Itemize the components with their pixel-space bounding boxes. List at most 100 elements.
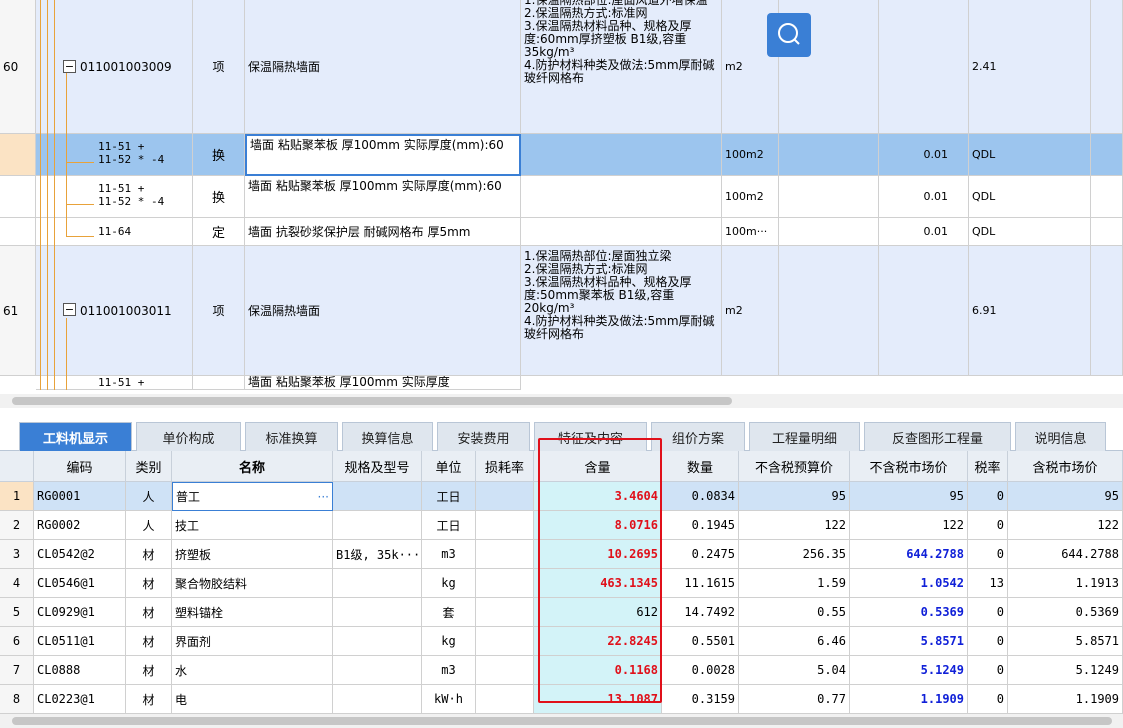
col-header-spec[interactable]: 规格及型号	[333, 451, 422, 482]
cell-loss[interactable]	[476, 511, 534, 540]
cell-no[interactable]: 1	[0, 482, 34, 511]
tab-quantity-detail[interactable]: 工程量明细	[749, 422, 860, 451]
cell-qty[interactable]: 0.1945	[662, 511, 739, 540]
cell-code[interactable]: CL0511@1	[34, 627, 126, 656]
cell-budget[interactable]: 1.59	[739, 569, 850, 598]
cell-name[interactable]: 聚合物胶结料	[172, 569, 333, 598]
cell-qty[interactable]: 0.0028	[662, 656, 739, 685]
cell-unit[interactable]: 工日	[422, 482, 476, 511]
cell-name[interactable]: 界面剂	[172, 627, 333, 656]
cell-spec[interactable]	[333, 598, 422, 627]
col-header-code[interactable]: 编码	[34, 451, 126, 482]
cell-taxprice[interactable]: 5.1249	[1008, 656, 1123, 685]
cell-content[interactable]: 0.1168	[534, 656, 662, 685]
upper-row-sub-1[interactable]: 11-51 + 11-52 * -4 换 墙面 粘贴聚苯板 厚100mm 实际厚…	[0, 134, 1123, 176]
upper-row-partial[interactable]: 11-51 + 墙面 粘贴聚苯板 厚100mm 实际厚度	[0, 376, 1123, 390]
col-header-content[interactable]: 含量	[534, 451, 662, 482]
cell-cat[interactable]: 材	[126, 569, 172, 598]
tab-reverse-graphic[interactable]: 反查图形工程量	[864, 422, 1011, 451]
upper-row-61[interactable]: 61 − 011001003011 项 保温隔热墙面 1.保温隔热部位:屋面独立…	[0, 246, 1123, 376]
cell-name[interactable]: 塑料锚栓	[172, 598, 333, 627]
cell-spec[interactable]	[333, 685, 422, 714]
cell-name[interactable]: 电	[172, 685, 333, 714]
collapse-icon[interactable]: −	[63, 60, 76, 73]
cell-qty[interactable]: 0.0834	[662, 482, 739, 511]
tab-unit-price[interactable]: 单价构成	[136, 422, 241, 451]
cell-market[interactable]: 644.2788	[850, 540, 968, 569]
col-header-budget-price[interactable]: 不含税预算价	[739, 451, 850, 482]
cell-code[interactable]: CL0223@1	[34, 685, 126, 714]
cell-no[interactable]: 7	[0, 656, 34, 685]
cell-qty[interactable]: 0.3159	[662, 685, 739, 714]
cell-qty[interactable]: 11.1615	[662, 569, 739, 598]
collapse-icon[interactable]: −	[63, 303, 76, 316]
cell-market[interactable]: 1.1909	[850, 685, 968, 714]
cell-loss[interactable]	[476, 656, 534, 685]
cell-unit[interactable]: m3	[422, 540, 476, 569]
cell-budget[interactable]: 256.35	[739, 540, 850, 569]
cell-budget[interactable]: 0.77	[739, 685, 850, 714]
col-header-taxed-price[interactable]: 含税市场价	[1008, 451, 1123, 482]
scrollbar-thumb[interactable]	[12, 717, 1112, 725]
col-header-market-price[interactable]: 不含税市场价	[850, 451, 968, 482]
cell-unit[interactable]: 套	[422, 598, 476, 627]
cell-no[interactable]: 2	[0, 511, 34, 540]
tab-description[interactable]: 说明信息	[1015, 422, 1106, 451]
cell-taxprice[interactable]: 1.1909	[1008, 685, 1123, 714]
cell-budget[interactable]: 0.55	[739, 598, 850, 627]
cell-content[interactable]: 13.1087	[534, 685, 662, 714]
cell-name[interactable]: 技工	[172, 511, 333, 540]
cell-tax[interactable]: 0	[968, 482, 1008, 511]
cell-taxprice[interactable]: 122	[1008, 511, 1123, 540]
cell-no[interactable]: 5	[0, 598, 34, 627]
cell-name[interactable]: 普工 ···	[172, 482, 333, 511]
cell-cat[interactable]: 材	[126, 685, 172, 714]
quota-name-editor[interactable]: 墙面 粘贴聚苯板 厚100mm 实际厚度(mm):60	[245, 134, 521, 176]
col-header-tax-rate[interactable]: 税率	[968, 451, 1008, 482]
cell-no[interactable]: 4	[0, 569, 34, 598]
cell-market[interactable]: 95	[850, 482, 968, 511]
tab-features-content[interactable]: 特征及内容	[534, 422, 647, 451]
cell-spec[interactable]: B1级, 35k···	[333, 540, 422, 569]
tab-install-fee[interactable]: 安装费用	[437, 422, 530, 451]
cell-market[interactable]: 122	[850, 511, 968, 540]
cell-spec[interactable]	[333, 511, 422, 540]
cell-budget[interactable]: 6.46	[739, 627, 850, 656]
cell-spec[interactable]	[333, 627, 422, 656]
tab-labor-material-machine[interactable]: 工料机显示	[19, 422, 132, 451]
cell-taxprice[interactable]: 5.8571	[1008, 627, 1123, 656]
cell-unit[interactable]: kW·h	[422, 685, 476, 714]
cell-market[interactable]: 1.0542	[850, 569, 968, 598]
cell-cat[interactable]: 材	[126, 598, 172, 627]
col-header-category[interactable]: 类别	[126, 451, 172, 482]
scrollbar-thumb[interactable]	[12, 397, 732, 405]
cell-content[interactable]: 463.1345	[534, 569, 662, 598]
cell-tax[interactable]: 0	[968, 656, 1008, 685]
cell-name[interactable]: 挤塑板	[172, 540, 333, 569]
cell-taxprice[interactable]: 95	[1008, 482, 1123, 511]
cell-loss[interactable]	[476, 569, 534, 598]
tab-pricing-plan[interactable]: 组价方案	[651, 422, 745, 451]
col-header-quantity[interactable]: 数量	[662, 451, 739, 482]
cell-content[interactable]: 3.4604	[534, 482, 662, 511]
cell-cat[interactable]: 材	[126, 627, 172, 656]
cell-code[interactable]: CL0929@1	[34, 598, 126, 627]
cell-unit[interactable]: m3	[422, 656, 476, 685]
cell-code[interactable]: CL0888	[34, 656, 126, 685]
cell-budget[interactable]: 5.04	[739, 656, 850, 685]
cell-loss[interactable]	[476, 685, 534, 714]
cell-code[interactable]: CL0546@1	[34, 569, 126, 598]
cell-content[interactable]: 10.2695	[534, 540, 662, 569]
cell-loss[interactable]	[476, 598, 534, 627]
cell-name[interactable]: 水	[172, 656, 333, 685]
cell-content[interactable]: 22.8245	[534, 627, 662, 656]
cell-budget[interactable]: 122	[739, 511, 850, 540]
cell-market[interactable]: 5.8571	[850, 627, 968, 656]
cell-no[interactable]: 3	[0, 540, 34, 569]
tab-conversion-info[interactable]: 换算信息	[342, 422, 433, 451]
cell-loss[interactable]	[476, 627, 534, 656]
upper-scrollbar[interactable]	[0, 394, 1123, 408]
cell-unit[interactable]: kg	[422, 569, 476, 598]
upper-row-60[interactable]: 60 − 011001003009 项 保温隔热墙面 1.保温隔热部位:屋面风道…	[0, 0, 1123, 134]
col-header-name[interactable]: 名称	[172, 451, 333, 482]
